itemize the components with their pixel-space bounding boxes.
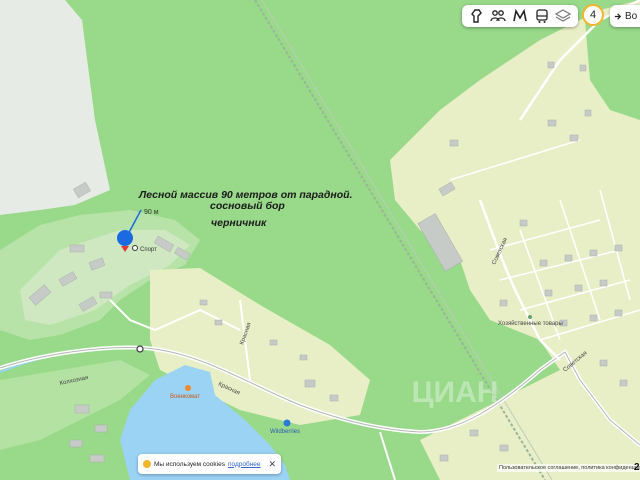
login-button[interactable]: Во: [610, 5, 640, 27]
wildberries-poi-icon[interactable]: [283, 419, 291, 427]
military-poi-icon[interactable]: [185, 385, 191, 391]
map-canvas[interactable]: ЦИАН Колхозная Красная Красная Советская…: [0, 0, 640, 480]
attribution-text[interactable]: Пользовательское соглашение, политика ко…: [497, 464, 640, 472]
map-toolbar: [462, 5, 578, 27]
annotation-blueberry: черничник: [211, 217, 267, 229]
poi-label-shop: Хозяйственные товары: [498, 320, 563, 327]
panorama-icon: [470, 9, 482, 23]
corner-number: 2: [634, 462, 640, 473]
watermark: ЦИАН: [412, 376, 499, 409]
login-label: Во: [625, 10, 638, 22]
cookie-banner: Мы используем cookies подробнее ✕: [138, 454, 281, 474]
metro-button[interactable]: [510, 6, 530, 26]
sport-poi-icon[interactable]: [132, 245, 138, 251]
cookie-close-button[interactable]: ✕: [268, 459, 276, 470]
zoom-level-badge[interactable]: 4: [582, 4, 604, 26]
transport-button[interactable]: [532, 6, 552, 26]
transport-icon: [535, 9, 548, 23]
distance-label: 90 м: [144, 209, 159, 216]
location-marker[interactable]: [117, 230, 133, 246]
cookie-text: Мы используем cookies: [154, 460, 225, 468]
poi-label-sport: Спорт: [140, 247, 157, 253]
metro-icon: [513, 8, 527, 22]
people-icon: [490, 10, 507, 22]
layers-icon: [555, 9, 572, 22]
cookie-more-link[interactable]: подробнее: [228, 461, 261, 468]
poi-label-wildberries: Wildberries: [270, 429, 300, 435]
people-button[interactable]: [488, 6, 508, 26]
layers-button[interactable]: [553, 6, 573, 26]
arrow-in-icon: [614, 12, 622, 20]
poi-label-military: Военкомат: [170, 394, 200, 400]
panorama-button[interactable]: [467, 6, 487, 26]
cookie-icon: [143, 460, 151, 468]
shop-poi-icon[interactable]: [528, 315, 532, 319]
road-junction-marker: [136, 345, 144, 353]
annotation-pine: сосновый бор: [210, 200, 285, 212]
